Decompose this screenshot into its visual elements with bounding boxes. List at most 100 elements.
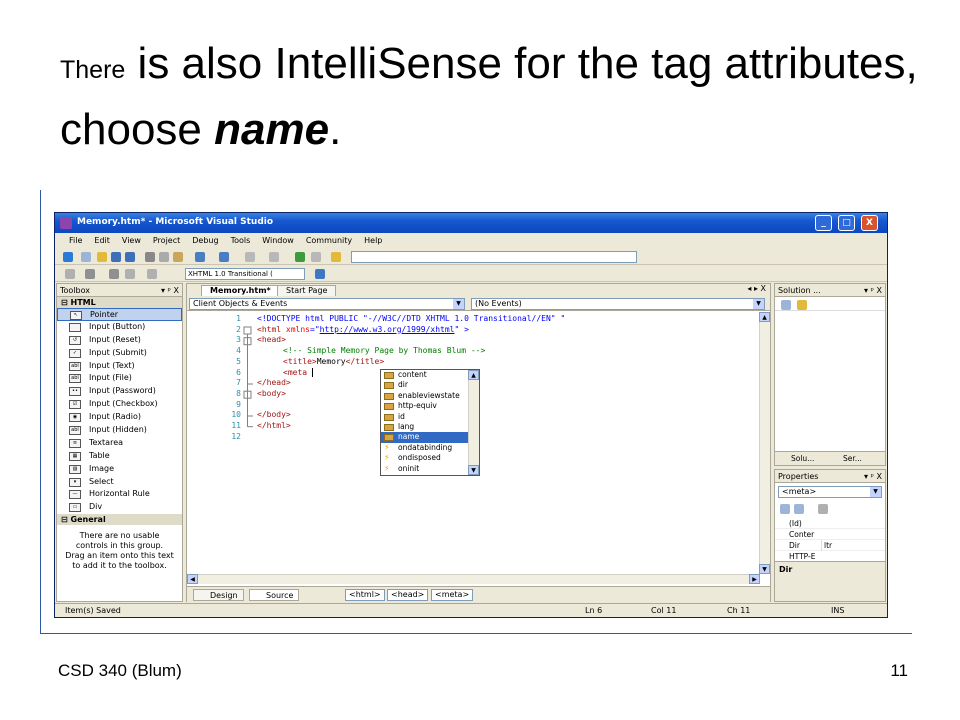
breadcrumb-html[interactable]: <html>: [345, 589, 385, 601]
toolbox-item-image[interactable]: ▨ Image: [57, 463, 182, 476]
menu-community[interactable]: Community: [300, 234, 358, 248]
save-icon[interactable]: [111, 252, 121, 262]
tab-controls[interactable]: ◂ ▸ X: [747, 284, 766, 293]
find-in-files-icon[interactable]: [311, 252, 321, 262]
client-objects-combo[interactable]: Client Objects & Events ▼: [189, 298, 465, 310]
intellisense-item-id[interactable]: id: [381, 412, 479, 422]
intellisense-item-name[interactable]: name: [381, 432, 479, 443]
menu-edit[interactable]: Edit: [88, 234, 116, 248]
tab-start-page[interactable]: Start Page: [277, 285, 337, 296]
categorized-icon[interactable]: [780, 504, 790, 514]
menu-window[interactable]: Window: [256, 234, 300, 248]
format-icon[interactable]: [147, 269, 157, 279]
breadcrumb-meta[interactable]: <meta>: [431, 589, 474, 601]
close-button[interactable]: X: [861, 215, 878, 231]
toolbox-item-input-submit[interactable]: ✓ Input (Submit): [57, 347, 182, 360]
toolbox-item-textarea[interactable]: ≡ Textarea: [57, 437, 182, 450]
scroll-right-icon[interactable]: ▶: [749, 574, 760, 584]
outdent-icon[interactable]: [85, 269, 95, 279]
intellisense-item-ondisposed[interactable]: ⚡ ondisposed: [381, 453, 479, 463]
new-project-icon[interactable]: [63, 252, 73, 262]
properties-object-combo[interactable]: <meta> ▼: [778, 486, 882, 498]
events-combo[interactable]: (No Events) ▼: [471, 298, 765, 310]
intellisense-item-lang[interactable]: lang: [381, 422, 479, 432]
scroll-up-icon[interactable]: ▲: [759, 312, 770, 322]
intellisense-item-content[interactable]: content: [381, 370, 479, 380]
toolbox-item-input-file[interactable]: abl Input (File): [57, 372, 182, 385]
doctype-select[interactable]: XHTML 1.0 Transitional (: [185, 268, 305, 280]
properties-pane-controls[interactable]: ▾ ᵖ X: [864, 470, 882, 483]
xmlns-url[interactable]: http://www.w3.org/1999/xhtml: [320, 325, 455, 334]
check-accessibility-icon[interactable]: [315, 269, 325, 279]
navigate-forward-icon[interactable]: [269, 252, 279, 262]
save-all-icon[interactable]: [125, 252, 135, 262]
intellisense-item-dir[interactable]: dir: [381, 380, 479, 390]
find-combo[interactable]: [351, 251, 637, 263]
toolbox-group-html[interactable]: ⊟ HTML: [57, 297, 182, 308]
toolbox-item-select[interactable]: ▾ Select: [57, 476, 182, 489]
toolbox-item-input-text[interactable]: abl Input (Text): [57, 360, 182, 373]
tab-server-explorer[interactable]: Ser...: [831, 453, 862, 465]
copy-icon[interactable]: [159, 252, 169, 262]
start-debugging-icon[interactable]: [295, 252, 305, 262]
toolbox-item-input-checkbox[interactable]: ☑ Input (Checkbox): [57, 398, 182, 411]
navigate-backward-icon[interactable]: [245, 252, 255, 262]
menu-debug[interactable]: Debug: [186, 234, 224, 248]
comment-icon[interactable]: [109, 269, 119, 279]
editor-vertical-scrollbar[interactable]: ▲ ▼: [759, 312, 770, 574]
scroll-up-icon[interactable]: ▲: [468, 370, 479, 380]
redo-icon[interactable]: [219, 252, 229, 262]
property-row[interactable]: (Id): [775, 518, 885, 529]
property-pages-icon[interactable]: [818, 504, 828, 514]
scroll-down-icon[interactable]: ▼: [468, 465, 479, 475]
undo-icon[interactable]: [195, 252, 205, 262]
minimize-button[interactable]: _: [815, 215, 832, 231]
toolbox-item-input-radio[interactable]: ◉ Input (Radio): [57, 411, 182, 424]
intellisense-item-ondatabinding[interactable]: ⚡ ondatabinding: [381, 443, 479, 453]
intellisense-item-http-equiv[interactable]: http-equiv: [381, 401, 479, 411]
editor-horizontal-scrollbar[interactable]: ◀ ▶: [187, 574, 760, 584]
menu-view[interactable]: View: [116, 234, 147, 248]
scroll-left-icon[interactable]: ◀: [187, 574, 198, 584]
property-value[interactable]: ltr: [821, 540, 832, 551]
breadcrumb-head[interactable]: <head>: [387, 589, 429, 601]
toolbox-item-input-password[interactable]: •• Input (Password): [57, 385, 182, 398]
toolbox-item-input-reset[interactable]: ↺ Input (Reset): [57, 334, 182, 347]
indent-icon[interactable]: [65, 269, 75, 279]
toolbox-item-input-hidden[interactable]: abl Input (Hidden): [57, 424, 182, 437]
intellisense-item-oninit[interactable]: ⚡ oninit: [381, 464, 479, 474]
menu-project[interactable]: Project: [147, 234, 186, 248]
property-row[interactable]: Conter: [775, 529, 885, 540]
tab-memory-htm[interactable]: Memory.htm*: [201, 285, 280, 296]
alphabetical-icon[interactable]: [794, 504, 804, 514]
paste-icon[interactable]: [173, 252, 183, 262]
toolbox-group-general[interactable]: ⊟ General: [57, 514, 182, 526]
toolbox-item-div[interactable]: ▭ Div: [57, 501, 182, 514]
cut-icon[interactable]: [145, 252, 155, 262]
solution-explorer-icon[interactable]: [331, 252, 341, 262]
design-view-button[interactable]: Design: [193, 589, 244, 601]
window-titlebar[interactable]: Memory.htm* - Microsoft Visual Studio _ …: [55, 213, 887, 233]
solution-pane-controls[interactable]: ▾ ᵖ X: [864, 284, 882, 297]
show-all-files-icon[interactable]: [797, 300, 807, 310]
toolbox-item-horizontal-rule[interactable]: — Horizontal Rule: [57, 488, 182, 501]
tab-solution-explorer[interactable]: Solu...: [779, 453, 814, 465]
toolbox-item-table[interactable]: ▦ Table: [57, 450, 182, 463]
menu-file[interactable]: File: [63, 234, 88, 248]
toolbox-item-input-button[interactable]: Input (Button): [57, 321, 182, 334]
open-file-icon[interactable]: [97, 252, 107, 262]
intellisense-scrollbar[interactable]: ▲ ▼: [468, 370, 479, 475]
uncomment-icon[interactable]: [125, 269, 135, 279]
toolbox-pane-controls[interactable]: ▾ ᵖ X: [161, 284, 179, 297]
toolbox-item-pointer[interactable]: ↖ Pointer: [57, 308, 182, 321]
scroll-down-icon[interactable]: ▼: [759, 564, 770, 574]
menu-tools[interactable]: Tools: [225, 234, 257, 248]
menu-help[interactable]: Help: [358, 234, 388, 248]
property-row[interactable]: Dir ltr: [775, 540, 885, 551]
intellisense-list[interactable]: content dir enableviewstate http-equiv i…: [380, 369, 480, 476]
maximize-button[interactable]: □: [838, 215, 855, 231]
source-view-button[interactable]: Source: [249, 589, 300, 601]
properties-icon[interactable]: [781, 300, 791, 310]
add-item-icon[interactable]: [81, 252, 91, 262]
intellisense-item-enableviewstate[interactable]: enableviewstate: [381, 391, 479, 401]
